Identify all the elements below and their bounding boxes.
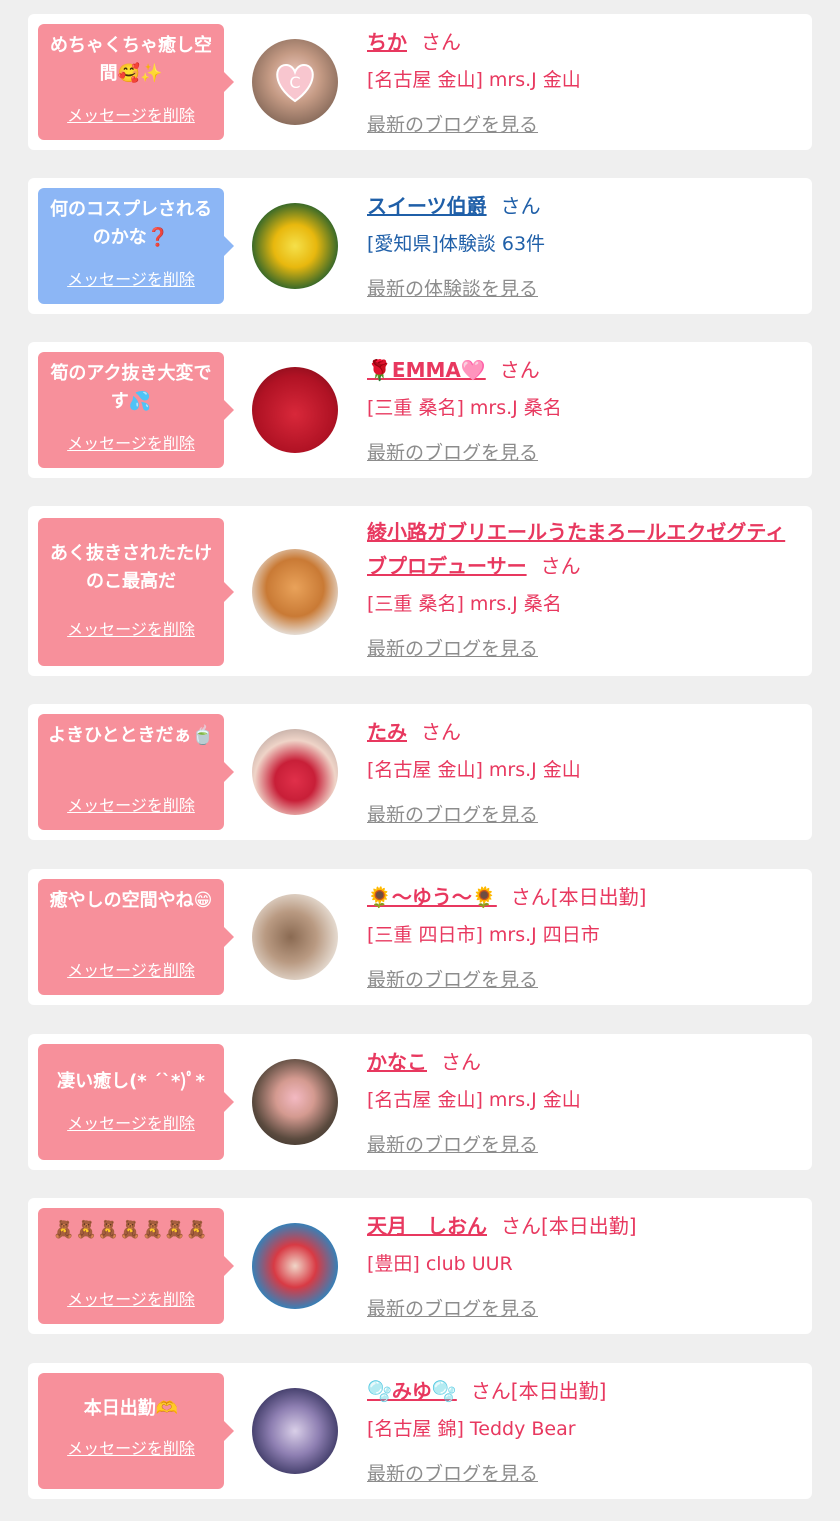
honorific: さん [421, 30, 461, 54]
message-text: 筍のアク抜き大変です💦 [50, 363, 212, 412]
avatar[interactable] [252, 1059, 338, 1145]
avatar[interactable] [252, 367, 338, 453]
message-bubble: 何のコスプレされるのかな❓ メッセージを削除 [38, 188, 234, 304]
avatar[interactable] [252, 203, 338, 289]
card-info: ちか さん [名古屋 金山] mrs.J 金山 最新のブログを見る [367, 26, 803, 137]
message-card: 癒やしの空間やね😁 メッセージを削除 🌻〜ゆう〜🌻 さん[本日出勤] [三重 四日… [28, 869, 812, 1005]
delete-message-link[interactable]: メッセージを削除 [38, 616, 224, 640]
delete-message-link[interactable]: メッセージを削除 [38, 957, 224, 981]
shop-location: [豊田] club UUR [367, 1253, 513, 1275]
honorific: さん [500, 194, 541, 218]
avatar[interactable] [252, 894, 338, 980]
message-bubble: 癒やしの空間やね😁 メッセージを削除 [38, 879, 234, 995]
message-text: 凄い癒し(* ´`*)ﾟ* [57, 1071, 205, 1092]
shop-location: [名古屋 金山] mrs.J 金山 [367, 759, 581, 781]
delete-message-link[interactable]: メッセージを削除 [38, 266, 224, 290]
message-bubble: 筍のアク抜き大変です💦 メッセージを削除 [38, 352, 234, 468]
message-bubble: 凄い癒し(* ´`*)ﾟ* メッセージを削除 [38, 1044, 234, 1160]
delete-message-link[interactable]: メッセージを削除 [38, 1435, 224, 1459]
honorific: さん [421, 720, 461, 744]
message-bubble: めちゃくちゃ癒し空間🥰✨ メッセージを削除 [38, 24, 234, 140]
svg-text:C: C [289, 73, 300, 92]
delete-message-link[interactable]: メッセージを削除 [38, 102, 224, 126]
honorific: さん [540, 554, 581, 578]
user-name-link[interactable]: スイーツ伯爵 [367, 194, 487, 218]
message-bubble: あく抜きされたたけのこ最高だ メッセージを削除 [38, 518, 234, 666]
avatar[interactable]: C [252, 39, 338, 125]
card-info: かなこ さん [名古屋 金山] mrs.J 金山 最新のブログを見る [367, 1046, 803, 1157]
avatar[interactable] [252, 549, 338, 635]
latest-blog-link[interactable]: 最新のブログを見る [367, 634, 803, 661]
latest-blog-link[interactable]: 最新のブログを見る [367, 1130, 803, 1157]
message-bubble: よきひとときだぁ🍵 メッセージを削除 [38, 714, 234, 830]
message-text: あく抜きされたたけのこ最高だ [50, 543, 212, 592]
avatar[interactable] [252, 1388, 338, 1474]
message-bubble: 🧸🧸🧸🧸🧸🧸🧸 メッセージを削除 [38, 1208, 234, 1324]
message-card: 本日出勤🫶 メッセージを削除 🫧みゆ🫧 さん[本日出勤] [名古屋 錦] Tedd… [28, 1363, 812, 1499]
card-info: 天月 しおん さん[本日出勤] [豊田] club UUR 最新のブログを見る [367, 1210, 803, 1321]
delete-message-link[interactable]: メッセージを削除 [38, 792, 224, 816]
shop-location: [三重 桑名] mrs.J 桑名 [367, 397, 562, 419]
message-text: 🧸🧸🧸🧸🧸🧸🧸 [53, 1220, 209, 1240]
heart-sticker-icon: C [276, 63, 314, 103]
user-name-link[interactable]: 天月 しおん [367, 1214, 487, 1238]
message-text: 何のコスプレされるのかな❓ [50, 199, 212, 248]
message-card: 筍のアク抜き大変です💦 メッセージを削除 🌹EMMA🩷 さん [三重 桑名] mr… [28, 342, 812, 478]
avatar[interactable] [252, 1223, 338, 1309]
message-text: よきひとときだぁ🍵 [48, 725, 214, 746]
message-card: 凄い癒し(* ´`*)ﾟ* メッセージを削除 かなこ さん [名古屋 金山] mr… [28, 1034, 812, 1170]
message-card: よきひとときだぁ🍵 メッセージを削除 たみ さん [名古屋 金山] mrs.J 金… [28, 704, 812, 840]
latest-blog-link[interactable]: 最新のブログを見る [367, 438, 803, 465]
latest-review-link[interactable]: 最新の体験談を見る [367, 274, 803, 301]
message-card: あく抜きされたたけのこ最高だ メッセージを削除 綾小路ガブリエールうたまろールエ… [28, 506, 812, 676]
user-name-link[interactable]: ちか [367, 30, 407, 54]
latest-blog-link[interactable]: 最新のブログを見る [367, 110, 803, 137]
message-text: 癒やしの空間やね😁 [49, 890, 213, 911]
card-info: 🌹EMMA🩷 さん [三重 桑名] mrs.J 桑名 最新のブログを見る [367, 354, 803, 465]
honorific: さん[本日出勤] [470, 1379, 607, 1403]
honorific: さん[本日出勤] [510, 885, 647, 909]
user-name-link[interactable]: 🌹EMMA🩷 [367, 358, 486, 382]
shop-location: [三重 四日市] mrs.J 四日市 [367, 924, 600, 946]
card-info: 綾小路ガブリエールうたまろールエクゼグティブプロデューサー さん [三重 桑名] … [367, 516, 803, 661]
avatar[interactable] [252, 729, 338, 815]
delete-message-link[interactable]: メッセージを削除 [38, 1286, 224, 1310]
card-info: スイーツ伯爵 さん [愛知県]体験談 63件 最新の体験談を見る [367, 190, 803, 301]
message-card: 🧸🧸🧸🧸🧸🧸🧸 メッセージを削除 天月 しおん さん[本日出勤] [豊田] clu… [28, 1198, 812, 1334]
shop-location: [名古屋 錦] Teddy Bear [367, 1418, 576, 1440]
message-text: めちゃくちゃ癒し空間🥰✨ [50, 35, 212, 84]
shop-location: [名古屋 金山] mrs.J 金山 [367, 1089, 581, 1111]
shop-location: [愛知県]体験談 63件 [367, 233, 546, 255]
message-card: 何のコスプレされるのかな❓ メッセージを削除 スイーツ伯爵 さん [愛知県]体験談… [28, 178, 812, 314]
message-card: めちゃくちゃ癒し空間🥰✨ メッセージを削除 C ちか さん [名古屋 金山] mr… [28, 14, 812, 150]
user-name-link[interactable]: たみ [367, 720, 407, 744]
card-info: 🌻〜ゆう〜🌻 さん[本日出勤] [三重 四日市] mrs.J 四日市 最新のブログ… [367, 881, 803, 992]
latest-blog-link[interactable]: 最新のブログを見る [367, 1459, 803, 1486]
user-name-link[interactable]: かなこ [367, 1050, 427, 1074]
user-name-link[interactable]: 🫧みゆ🫧 [367, 1379, 457, 1403]
latest-blog-link[interactable]: 最新のブログを見る [367, 800, 803, 827]
message-bubble: 本日出勤🫶 メッセージを削除 [38, 1373, 234, 1489]
honorific: さん [499, 358, 540, 382]
card-info: たみ さん [名古屋 金山] mrs.J 金山 最新のブログを見る [367, 716, 803, 827]
delete-message-link[interactable]: メッセージを削除 [38, 430, 224, 454]
delete-message-link[interactable]: メッセージを削除 [38, 1110, 224, 1134]
message-text: 本日出勤🫶 [83, 1398, 179, 1419]
honorific: さん[本日出勤] [501, 1214, 637, 1238]
honorific: さん [441, 1050, 481, 1074]
message-list: めちゃくちゃ癒し空間🥰✨ メッセージを削除 C ちか さん [名古屋 金山] mr… [0, 0, 840, 1521]
latest-blog-link[interactable]: 最新のブログを見る [367, 1294, 803, 1321]
card-info: 🫧みゆ🫧 さん[本日出勤] [名古屋 錦] Teddy Bear 最新のブログを見… [367, 1375, 803, 1486]
user-name-link[interactable]: 🌻〜ゆう〜🌻 [367, 885, 497, 909]
shop-location: [三重 桑名] mrs.J 桑名 [367, 593, 562, 615]
shop-location: [名古屋 金山] mrs.J 金山 [367, 69, 581, 91]
latest-blog-link[interactable]: 最新のブログを見る [367, 965, 803, 992]
